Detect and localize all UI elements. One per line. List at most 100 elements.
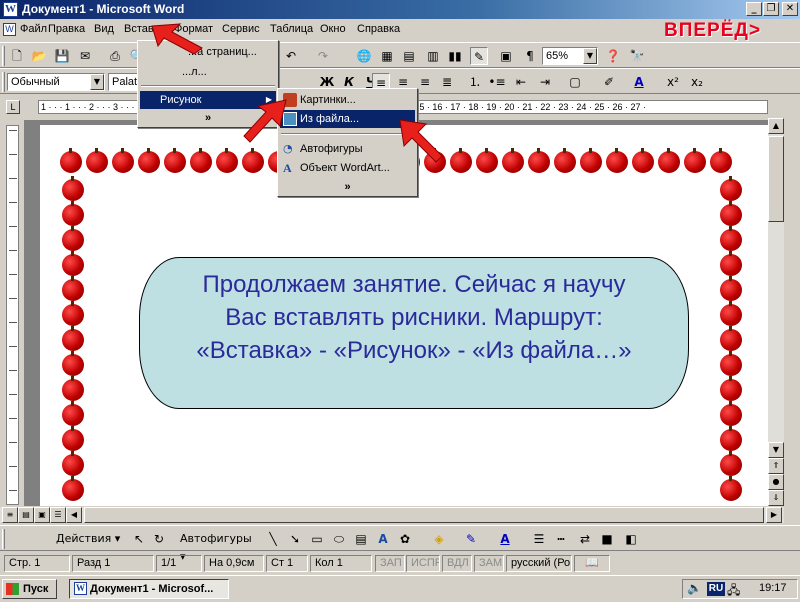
tables-borders-icon[interactable]: ▦ bbox=[378, 47, 396, 65]
style-select[interactable]: Обычный ▼ bbox=[7, 73, 105, 91]
numbering-icon[interactable]: ⒈ bbox=[466, 73, 484, 91]
close-button[interactable]: ✕ bbox=[782, 2, 798, 16]
new-document-icon[interactable]: 🗋 bbox=[8, 47, 26, 65]
text-box-icon[interactable]: ▤ bbox=[352, 530, 370, 548]
outline-view-icon[interactable]: ☰ bbox=[50, 507, 66, 523]
status-language[interactable]: русский (Ро bbox=[506, 555, 572, 572]
taskbar-word-window[interactable]: W Документ1 - Microsof... bbox=[69, 579, 229, 599]
oval-icon[interactable]: ⬭ bbox=[330, 530, 348, 548]
menu-window[interactable]: Окно bbox=[320, 23, 346, 35]
chevron-down-icon[interactable]: ▼ bbox=[90, 74, 104, 90]
language-indicator[interactable]: RU bbox=[707, 582, 725, 596]
next-page-icon[interactable]: ⇓ bbox=[768, 490, 784, 506]
columns-icon[interactable]: ▮▮ bbox=[446, 47, 464, 65]
menu-item-clipart[interactable]: Картинки... bbox=[280, 91, 415, 109]
clipart-icon[interactable]: ✿ bbox=[396, 530, 414, 548]
arrow-icon[interactable]: ➘ bbox=[286, 530, 304, 548]
forward-button[interactable]: ВПЕРЁД> bbox=[664, 20, 761, 42]
menu-view[interactable]: Вид bbox=[94, 23, 114, 35]
text-callout[interactable]: Продолжаем занятие. Сейчас я научу Вас в… bbox=[139, 257, 689, 409]
menu-expand[interactable]: » bbox=[280, 178, 415, 196]
borders-icon[interactable]: ▢ bbox=[566, 73, 584, 91]
document-icon[interactable]: W bbox=[3, 23, 16, 36]
mail-icon[interactable]: ✉ bbox=[76, 47, 94, 65]
line-color-icon[interactable]: ✎ bbox=[462, 530, 480, 548]
menu-tools[interactable]: Сервис bbox=[222, 23, 260, 35]
insert-table-icon[interactable]: ▤ bbox=[400, 47, 418, 65]
document-map-icon[interactable]: ▣ bbox=[497, 47, 515, 65]
tab-selector[interactable]: L bbox=[6, 100, 20, 114]
find-icon[interactable]: 🔭 bbox=[628, 47, 646, 65]
align-right-icon[interactable]: ≡ bbox=[416, 73, 434, 91]
speaker-icon[interactable]: 🔈 bbox=[687, 581, 702, 595]
text-color-icon[interactable]: A bbox=[496, 530, 514, 548]
autoshapes-menu[interactable]: Автофигуры ▾ bbox=[180, 530, 258, 563]
open-folder-icon[interactable]: 📂 bbox=[30, 47, 48, 65]
fill-color-icon[interactable]: ◈ bbox=[430, 530, 448, 548]
print-layout-icon[interactable]: ▣ bbox=[34, 507, 50, 523]
print-icon[interactable]: ⎙ bbox=[106, 47, 124, 65]
drawing-icon[interactable]: ✎ bbox=[470, 47, 488, 65]
vertical-ruler[interactable] bbox=[6, 125, 19, 505]
show-hide-icon[interactable]: ¶ bbox=[521, 47, 539, 65]
font-select[interactable]: Palati bbox=[108, 73, 140, 91]
superscript-icon[interactable]: x² bbox=[664, 73, 682, 91]
menu-table[interactable]: Таблица bbox=[270, 23, 313, 35]
undo-icon[interactable]: ↶ bbox=[282, 47, 300, 65]
increase-indent-icon[interactable]: ⇥ bbox=[536, 73, 554, 91]
subscript-icon[interactable]: x₂ bbox=[688, 73, 706, 91]
title-bar[interactable]: W Документ1 - Microsoft Word _ ❐ ✕ bbox=[0, 0, 800, 19]
scroll-left-icon[interactable]: ◀ bbox=[66, 507, 82, 523]
rectangle-icon[interactable]: ▭ bbox=[308, 530, 326, 548]
clock[interactable]: 19:17 bbox=[759, 582, 787, 594]
menu-item-wordart[interactable]: A Объект WordArt... bbox=[280, 159, 415, 177]
redo-icon[interactable]: ↷ bbox=[314, 47, 332, 65]
bullets-icon[interactable]: •≡ bbox=[488, 73, 506, 91]
menu-help[interactable]: Справка bbox=[357, 23, 400, 35]
insert-excel-icon[interactable]: ▥ bbox=[424, 47, 442, 65]
vertical-scrollbar[interactable]: ▲ ▼ ⇑ ● ⇓ bbox=[768, 118, 784, 506]
menu-file[interactable]: Файл bbox=[20, 23, 47, 35]
select-browse-icon[interactable]: ● bbox=[768, 474, 784, 490]
scroll-up-icon[interactable]: ▲ bbox=[768, 118, 784, 134]
status-ovr[interactable]: ЗАМ bbox=[474, 555, 504, 572]
scroll-thumb[interactable] bbox=[768, 136, 784, 222]
menu-item-autoshapes[interactable]: ◔ Автофигуры bbox=[280, 140, 415, 158]
3d-icon[interactable]: ◧ bbox=[622, 530, 640, 548]
select-pointer-icon[interactable]: ↖ bbox=[130, 530, 148, 548]
horizontal-scrollbar[interactable]: ≡ ▤ ▣ ☰ ◀ ▶ bbox=[0, 507, 784, 523]
help-icon[interactable]: ❓ bbox=[604, 47, 622, 65]
wordart-icon[interactable]: A bbox=[374, 530, 392, 548]
scroll-right-icon[interactable]: ▶ bbox=[766, 507, 782, 523]
font-color-icon[interactable]: A bbox=[630, 73, 648, 91]
status-ext[interactable]: ВДЛ bbox=[442, 555, 472, 572]
status-rec[interactable]: ЗАП bbox=[375, 555, 405, 572]
arrow-style-icon[interactable]: ⇄ bbox=[576, 530, 594, 548]
shadow-icon[interactable]: ■ bbox=[598, 530, 616, 548]
normal-view-icon[interactable]: ≡ bbox=[2, 507, 18, 523]
zoom-select[interactable]: 65% ▼ bbox=[542, 47, 598, 65]
chevron-down-icon[interactable]: ▼ bbox=[583, 48, 597, 64]
save-icon[interactable]: 💾 bbox=[53, 47, 71, 65]
justify-icon[interactable]: ≣ bbox=[438, 73, 456, 91]
scroll-down-icon[interactable]: ▼ bbox=[768, 442, 784, 458]
maximize-button[interactable]: ❐ bbox=[763, 2, 779, 16]
minimize-button[interactable]: _ bbox=[746, 2, 762, 16]
menu-edit[interactable]: Правка bbox=[48, 23, 85, 35]
free-rotate-icon[interactable]: ↻ bbox=[150, 530, 168, 548]
prev-page-icon[interactable]: ⇑ bbox=[768, 458, 784, 474]
status-trk[interactable]: ИСПР bbox=[406, 555, 440, 572]
spelling-status-icon[interactable]: 📖 bbox=[574, 555, 610, 572]
line-style-icon[interactable]: ☰ bbox=[530, 530, 548, 548]
dash-style-icon[interactable]: ┅ bbox=[552, 530, 570, 548]
actions-menu[interactable]: Действия ▾ bbox=[56, 530, 126, 548]
word-app-icon[interactable]: W bbox=[3, 2, 18, 17]
hscroll-thumb[interactable] bbox=[84, 507, 764, 523]
web-view-icon[interactable]: ▤ bbox=[18, 507, 34, 523]
network-icon[interactable]: 🖧 bbox=[727, 581, 740, 602]
hyperlink-icon[interactable]: 🌐 bbox=[355, 47, 373, 65]
decrease-indent-icon[interactable]: ⇤ bbox=[512, 73, 530, 91]
start-button[interactable]: Пуск bbox=[2, 579, 57, 599]
menu-item-symbol[interactable]: ...л... bbox=[140, 63, 276, 81]
menu-item-from-file[interactable]: Из файла... bbox=[280, 110, 415, 128]
